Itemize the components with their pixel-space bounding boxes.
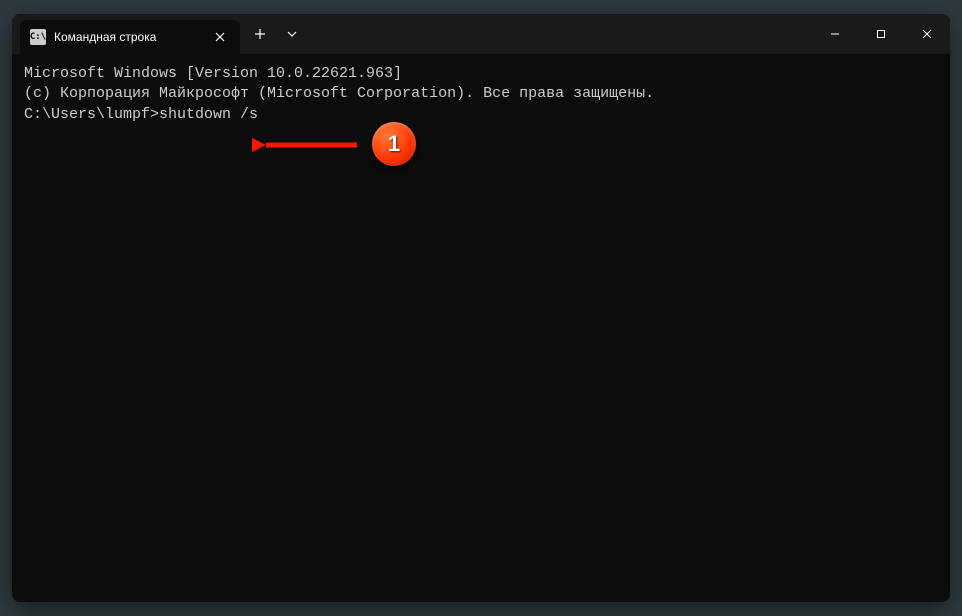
close-tab-button[interactable] <box>210 27 230 47</box>
titlebar-drag-area[interactable] <box>308 14 812 54</box>
command-text: shutdown /s <box>159 106 258 123</box>
close-window-button[interactable] <box>904 14 950 54</box>
terminal-window: C:\ Командная строка <box>12 14 950 602</box>
titlebar: C:\ Командная строка <box>12 14 950 54</box>
output-line: (c) Корпорация Майкрософт (Microsoft Cor… <box>24 84 938 104</box>
minimize-button[interactable] <box>812 14 858 54</box>
annotation-number: 1 <box>388 131 400 157</box>
window-controls <box>812 14 950 54</box>
prompt-line: C:\Users\lumpf>shutdown /s <box>24 105 938 125</box>
new-tab-button[interactable] <box>244 18 276 50</box>
terminal-content[interactable]: Microsoft Windows [Version 10.0.22621.96… <box>12 54 950 135</box>
tab-dropdown-button[interactable] <box>276 18 308 50</box>
tab-actions <box>244 14 308 54</box>
cmd-icon: C:\ <box>30 29 46 45</box>
prompt-prefix: C:\Users\lumpf> <box>24 106 159 123</box>
annotation-arrow-icon <box>252 133 362 157</box>
tab-active[interactable]: C:\ Командная строка <box>20 20 240 54</box>
output-line: Microsoft Windows [Version 10.0.22621.96… <box>24 64 938 84</box>
maximize-button[interactable] <box>858 14 904 54</box>
tab-title: Командная строка <box>54 30 210 44</box>
